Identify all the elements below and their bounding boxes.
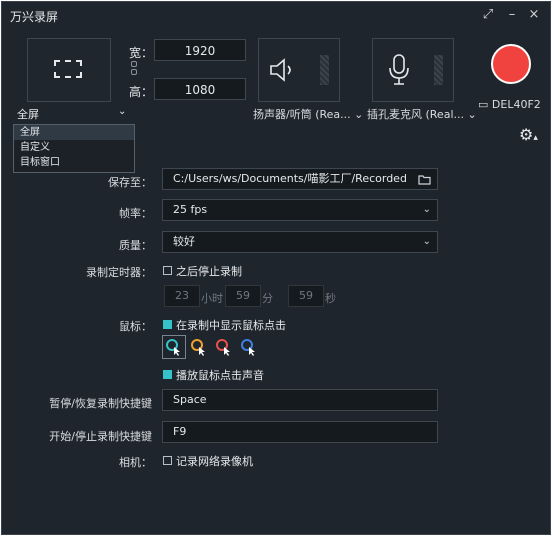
cursor-color-orange[interactable] [190, 338, 208, 356]
capture-mode-option-custom[interactable]: 自定义 [14, 140, 134, 155]
timer-checkbox[interactable] [163, 266, 172, 275]
monitor-label: DEL40F2 [491, 98, 541, 111]
show-clicks-label: 在录制中显示鼠标点击 [176, 319, 286, 332]
pause-hotkey-input[interactable]: Space [162, 389, 438, 411]
speaker-toggle[interactable] [258, 38, 340, 102]
cursor-color-blue[interactable] [240, 338, 258, 356]
speaker-device-label: 扬声器/听筒 (Rea... [253, 108, 351, 121]
timer-seconds-input[interactable]: 59 [288, 285, 324, 307]
capture-mode-option-window[interactable]: 目标窗口 [14, 155, 134, 170]
width-label: 宽： [129, 46, 154, 60]
microphone-device-label: 插孔麦克风 (Real... [367, 108, 464, 121]
timer-seconds-unit: 秒 [325, 292, 336, 305]
start-hotkey-input[interactable]: F9 [162, 421, 438, 443]
aspect-lock-icon[interactable] [131, 61, 137, 75]
cursor-color-red[interactable] [215, 338, 233, 356]
capture-mode-option-fullscreen[interactable]: 全屏 [14, 125, 134, 140]
width-input[interactable]: 1920 [154, 39, 246, 61]
record-button[interactable] [491, 44, 531, 84]
camera-checkbox-label: 记录网络录像机 [176, 455, 253, 468]
microphone-level-meter [434, 55, 443, 85]
chevron-down-icon[interactable]: ⌄ [118, 106, 126, 117]
fps-value: 25 fps [173, 203, 208, 216]
microphone-dropdown[interactable]: 插孔麦克风 (Real... ⌄ [367, 106, 477, 122]
capture-mode-label: 全屏 [17, 108, 39, 121]
chevron-down-icon: ⌄ [422, 236, 431, 247]
height-input[interactable]: 1080 [154, 78, 246, 100]
settings-gear-icon[interactable]: ⚙▴ [519, 125, 538, 144]
microphone-icon [389, 54, 409, 85]
mouse-label: 鼠标： [119, 320, 152, 333]
timer-hours-input[interactable]: 23 [164, 285, 200, 307]
pause-hotkey-label: 暂停/恢复录制快捷键 [49, 397, 152, 410]
camera-checkbox[interactable] [163, 456, 172, 465]
quality-label: 质量： [119, 239, 152, 252]
dashed-rectangle-icon [54, 60, 82, 78]
capture-mode-menu: 全屏 自定义 目标窗口 [13, 124, 135, 173]
click-sound-checkbox[interactable] [163, 370, 172, 379]
speaker-icon [270, 58, 291, 82]
save-to-label: 保存至： [108, 176, 152, 189]
recorder-window: 万兴录屏 ⤢ – × 全屏 ⌄ 宽： 1920 高： 1080 扬声器/听筒 (… [1, 1, 551, 535]
microphone-toggle[interactable] [372, 38, 454, 102]
show-clicks-checkbox[interactable] [163, 320, 172, 329]
camera-label: 相机： [119, 456, 152, 469]
chevron-down-icon: ⌄ [422, 204, 431, 215]
fps-label: 帧率： [119, 207, 152, 220]
cursor-color-teal[interactable] [165, 338, 183, 356]
timer-minutes-unit: 分 [262, 292, 273, 305]
timer-checkbox-label: 之后停止录制 [176, 265, 242, 278]
restore-button[interactable]: ⤢ [478, 5, 498, 25]
window-title: 万兴录屏 [10, 10, 59, 24]
capture-area-selector[interactable] [27, 38, 111, 102]
start-hotkey-value: F9 [173, 425, 187, 438]
speaker-level-meter [320, 55, 329, 85]
quality-select[interactable]: 较好 ⌄ [162, 231, 438, 253]
timer-label: 录制定时器： [86, 266, 152, 279]
start-hotkey-label: 开始/停止录制快捷键 [49, 430, 152, 443]
timer-minutes-input[interactable]: 59 [225, 285, 261, 307]
minimize-button[interactable]: – [502, 5, 522, 25]
save-path-field[interactable]: C:/Users/ws/Documents/喵影工厂/Recorded [162, 168, 438, 190]
save-path-value: C:/Users/ws/Documents/喵影工厂/Recorded [173, 172, 407, 185]
click-sound-label: 播放鼠标点击声音 [176, 369, 264, 382]
monitor-icon: ▭ [478, 98, 489, 111]
title-bar: 万兴录屏 ⤢ – × [2, 2, 550, 28]
folder-icon[interactable] [418, 174, 431, 185]
monitor-selector[interactable]: ▭ DEL40F2 [478, 98, 541, 111]
capture-mode-dropdown[interactable]: 全屏 [17, 106, 39, 122]
close-button[interactable]: × [524, 5, 544, 25]
timer-hours-unit: 小时 [201, 292, 223, 305]
height-label: 高： [129, 85, 154, 99]
pause-hotkey-value: Space [173, 393, 207, 406]
speaker-dropdown[interactable]: 扬声器/听筒 (Rea... ⌄ [253, 106, 363, 122]
quality-value: 较好 [173, 235, 195, 248]
fps-select[interactable]: 25 fps ⌄ [162, 199, 438, 221]
